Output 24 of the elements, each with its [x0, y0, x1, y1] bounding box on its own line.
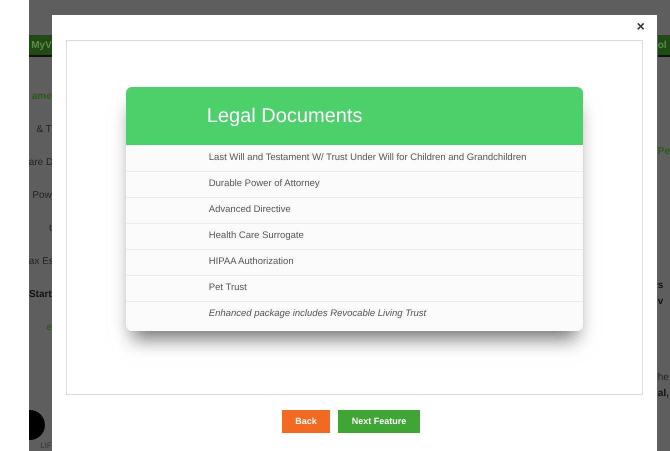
document-item: Advanced Directive: [208, 203, 291, 218]
menu-text: Pe: [658, 145, 670, 159]
next-button[interactable]: Next Feature: [338, 410, 420, 433]
document-item: Durable Power of Attorney: [208, 177, 320, 192]
menu-text: e: [45, 321, 52, 335]
menu-text: ame: [30, 90, 52, 104]
close-button[interactable]: ×: [636, 19, 645, 33]
document-item: HIPAA Authorization: [208, 255, 294, 270]
card-title: Legal Documents: [206, 104, 362, 129]
package-note: Enhanced package includes Revocable Living Trust: [208, 307, 426, 322]
menu-text: t: [48, 222, 52, 236]
nav-bar: MyV: [28, 35, 52, 57]
menu-text: s: [658, 279, 664, 293]
document-item: Last Will and Testament W/ Trust Under Will for Children and Grandchildren: [208, 150, 526, 165]
menu-text: & T: [35, 123, 52, 137]
document-item: Pet Trust: [208, 281, 247, 296]
menu-text: Start: [28, 288, 52, 302]
menu-text: Pow: [31, 189, 52, 203]
menu-text: v: [658, 295, 664, 309]
document-item: Health Care Surrogate: [208, 229, 304, 244]
back-button[interactable]: Back: [282, 410, 330, 433]
menu-text: he: [658, 371, 670, 385]
menu-text: al,: [658, 387, 670, 401]
nav-bar: ol: [658, 35, 670, 57]
